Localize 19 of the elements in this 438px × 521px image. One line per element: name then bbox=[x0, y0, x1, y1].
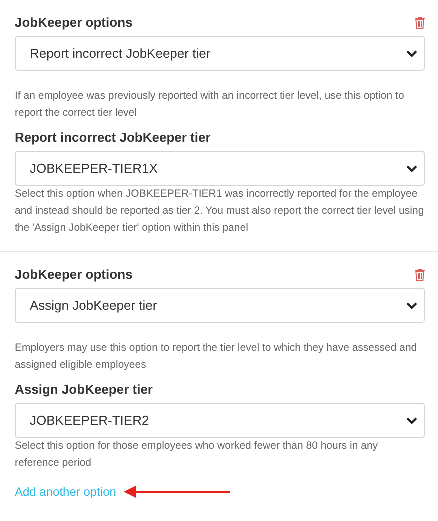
tier-select[interactable]: JOBKEEPER-TIER2 bbox=[15, 403, 425, 438]
help-text: Select this option when JOBKEEPER-TIER1 was incorrectly reported for the employee and instead should be reported as tier 2. You must also report the correct tier level using the 'Assign JobKeeper tier' option within this panel bbox=[15, 187, 425, 236]
section-title: JobKeeper options bbox=[15, 267, 133, 282]
trash-icon[interactable] bbox=[415, 268, 425, 280]
section-title: JobKeeper options bbox=[15, 15, 133, 30]
chevron-down-icon bbox=[406, 416, 418, 424]
chevron-down-icon bbox=[406, 50, 418, 58]
field-label: Report incorrect JobKeeper tier bbox=[15, 130, 212, 145]
help-text: Select this option for those employees who worked fewer than 80 hours in any reference period bbox=[15, 439, 380, 471]
tier-select[interactable]: JOBKEEPER-TIER1X bbox=[15, 151, 425, 186]
trash-icon[interactable] bbox=[415, 16, 425, 28]
option-select[interactable]: Report incorrect JobKeeper tier bbox=[15, 36, 425, 71]
chevron-down-icon bbox=[406, 302, 418, 310]
chevron-down-icon bbox=[406, 164, 418, 172]
option-select[interactable]: Assign JobKeeper tier bbox=[15, 288, 425, 323]
help-text: If an employee was previously reported with an incorrect tier level, use this option to report the correct tier level bbox=[15, 89, 406, 121]
arrow-icon bbox=[124, 486, 230, 498]
field-label: Assign JobKeeper tier bbox=[15, 382, 154, 397]
help-text: Employers may use this option to report the tier level to which they have assessed and assigned eligible employees bbox=[15, 341, 418, 373]
